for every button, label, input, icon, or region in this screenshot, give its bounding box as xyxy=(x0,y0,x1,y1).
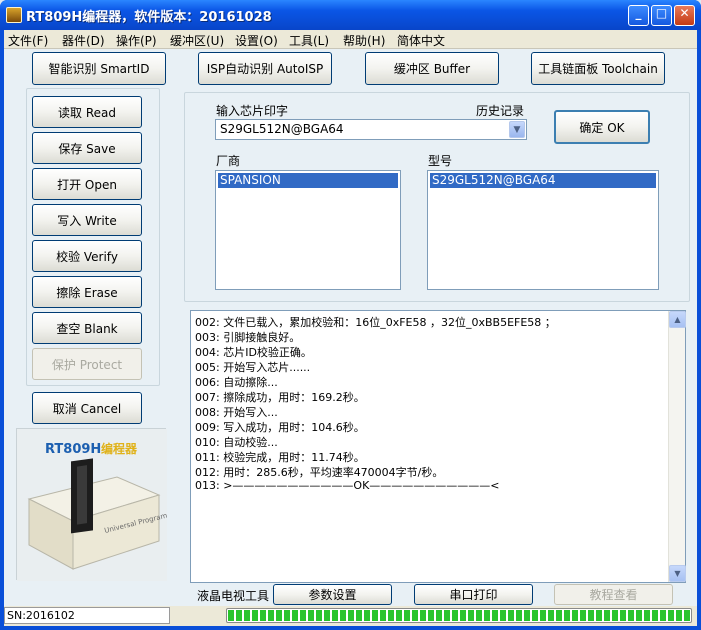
serial-print-button[interactable]: 串口打印 xyxy=(414,584,533,605)
lcd-tool-label: 液晶电视工具 xyxy=(197,589,270,603)
close-button[interactable]: ✕ xyxy=(674,5,695,26)
save-button[interactable]: 保存 Save xyxy=(32,132,142,164)
window-title: RT809H编程器，软件版本：20161028 xyxy=(26,10,272,25)
menu-language[interactable]: 简体中文 xyxy=(397,32,445,49)
vendor-label: 厂商 xyxy=(216,154,241,168)
model-label: 型号 xyxy=(428,154,453,168)
log-line: 012: 用时：285.6秒，平均速率470004字节/秒。 xyxy=(195,466,444,479)
chip-input-combo[interactable]: S29GL512N@BGA64 ▼ xyxy=(215,119,527,140)
log-line: 006: 自动擦除... xyxy=(195,376,278,389)
history-label: 历史记录 xyxy=(476,104,525,118)
app-icon xyxy=(6,7,22,23)
log-line: 005: 开始写入芯片...... xyxy=(195,361,311,374)
vendor-list-item[interactable]: SPANSION xyxy=(218,173,398,188)
menu-file[interactable]: 文件(F) xyxy=(8,32,48,49)
log-line: 004: 芯片ID校验正确。 xyxy=(195,346,312,359)
minimize-button[interactable]: _ xyxy=(628,5,649,26)
programmer-illustration: RT809H 编程器 Universal Programmer xyxy=(17,429,182,581)
toolchain-button[interactable]: 工具链面板 Toolchain xyxy=(531,52,665,85)
autoisp-button[interactable]: ISP自动识别 AutoISP xyxy=(198,52,332,85)
menu-device[interactable]: 器件(D) xyxy=(62,32,105,49)
progress-bar xyxy=(226,608,692,623)
chevron-down-icon[interactable]: ▼ xyxy=(509,121,525,138)
verify-button[interactable]: 校验 Verify xyxy=(32,240,142,272)
menu-settings[interactable]: 设置(O) xyxy=(235,32,278,49)
log-line: 002: 文件已载入，累加校验和：16位_0xFE58 ，32位_0xBB5EF… xyxy=(195,316,556,329)
menu-tools[interactable]: 工具(L) xyxy=(289,32,329,49)
scroll-up-icon[interactable]: ▲ xyxy=(669,311,686,328)
protect-button[interactable]: 保护 Protect xyxy=(32,348,142,380)
log-line: 011: 校验完成，用时：11.74秒。 xyxy=(195,451,365,464)
log-line: 007: 擦除成功，用时：169.2秒。 xyxy=(195,391,365,404)
read-button[interactable]: 读取 Read xyxy=(32,96,142,128)
scroll-down-icon[interactable]: ▼ xyxy=(669,565,686,582)
ok-button[interactable]: 确定 OK xyxy=(554,110,650,144)
log-line: 003: 引脚接触良好。 xyxy=(195,331,301,344)
title-bar[interactable]: RT809H编程器，软件版本：20161028 _ □ ✕ xyxy=(0,0,701,30)
tutorial-button[interactable]: 教程查看 xyxy=(554,584,673,605)
menu-bar: 文件(F) 器件(D) 操作(P) 缓冲区(U) 设置(O) 工具(L) 帮助(… xyxy=(4,30,697,49)
progress-fill xyxy=(228,610,690,621)
maximize-button[interactable]: □ xyxy=(651,5,672,26)
status-bar: SN:2016102 xyxy=(4,606,697,626)
write-button[interactable]: 写入 Write xyxy=(32,204,142,236)
model-list[interactable]: S29GL512N@BGA64 xyxy=(427,170,659,290)
menu-operation[interactable]: 操作(P) xyxy=(116,32,157,49)
log-panel[interactable]: 002: 文件已载入，累加校验和：16位_0xFE58 ，32位_0xBB5EF… xyxy=(190,310,686,583)
chip-input-value: S29GL512N@BGA64 xyxy=(220,122,344,136)
log-line: 013: >———————————OK———————————< xyxy=(195,479,500,492)
erase-button[interactable]: 擦除 Erase xyxy=(32,276,142,308)
open-button[interactable]: 打开 Open xyxy=(32,168,142,200)
product-image: RT809H 编程器 Universal Programmer xyxy=(16,428,182,581)
model-list-item[interactable]: S29GL512N@BGA64 xyxy=(430,173,656,188)
client-area: 文件(F) 器件(D) 操作(P) 缓冲区(U) 设置(O) 工具(L) 帮助(… xyxy=(4,30,697,626)
product-name: RT809H xyxy=(45,442,101,457)
log-line: 010: 自动校验... xyxy=(195,436,278,449)
cancel-button[interactable]: 取消 Cancel xyxy=(32,392,142,424)
buffer-button[interactable]: 缓冲区 Buffer xyxy=(365,52,499,85)
log-line: 009: 写入成功，用时：104.6秒。 xyxy=(195,421,365,434)
log-line: 008: 开始写入... xyxy=(195,406,278,419)
chip-input-label: 输入芯片印字 xyxy=(216,104,289,118)
params-button[interactable]: 参数设置 xyxy=(273,584,392,605)
blank-button[interactable]: 查空 Blank xyxy=(32,312,142,344)
serial-number: SN:2016102 xyxy=(4,607,170,624)
menu-buffer[interactable]: 缓冲区(U) xyxy=(170,32,224,49)
smartid-button[interactable]: 智能识别 SmartID xyxy=(32,52,166,85)
menu-help[interactable]: 帮助(H) xyxy=(343,32,385,49)
log-scrollbar[interactable]: ▲ ▼ xyxy=(668,311,686,582)
vendor-list[interactable]: SPANSION xyxy=(215,170,401,290)
app-window: RT809H编程器，软件版本：20161028 _ □ ✕ 文件(F) 器件(D… xyxy=(0,0,701,630)
product-name-cn: 编程器 xyxy=(100,441,138,456)
